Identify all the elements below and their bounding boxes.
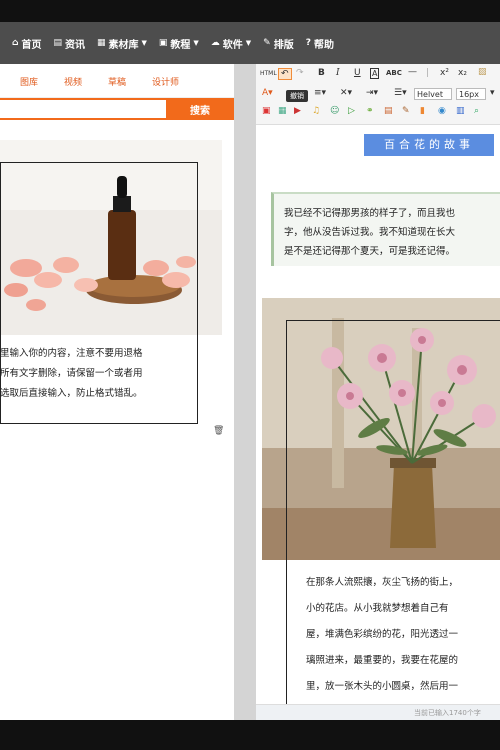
link-icon[interactable]: ⚭ (366, 106, 374, 116)
text-line: 我已经不记得那男孩的样子了，而且我也 (284, 208, 456, 219)
nav-label: 素材库 (108, 39, 139, 51)
text-line: 所有文字删除，请保留一个或者用 (0, 368, 143, 379)
html-icon[interactable]: HTML (260, 70, 277, 77)
nav-label: 教程 (170, 39, 191, 51)
quote-block[interactable]: 我已经不记得那男孩的样子了，而且我也 字，他从没告诉过我。我不知道现在长大 是不… (271, 192, 500, 266)
text-line: 在那条人流熙攘，灰尘飞扬的街上， (306, 577, 459, 588)
separator-icon: | (426, 68, 430, 78)
main-nav: ⌂ 首页 ▤ 资讯 ▦ 素材库 ▼ ▣ 教程 ▼ ☁ 软件 ▼ ✎ 排版 ? 帮助 (0, 22, 500, 64)
text-line: 里，放一张木头的小圆桌，然后用一 (306, 681, 459, 692)
nav-label: 帮助 (313, 39, 334, 51)
material-panel: 图库 视频 草稿 设计师 搜索 里输入你的内容，注意不要用退格 所有文字删除，请… (0, 64, 234, 720)
help-icon: ? (305, 38, 311, 48)
text-line: 里输入你的内容，注意不要用退格 (0, 348, 143, 359)
map-icon[interactable]: ◉ (438, 106, 446, 116)
border-text-icon[interactable]: A (370, 68, 380, 79)
chevron-down-icon: ▼ (141, 39, 147, 47)
nav-item-layout[interactable]: ✎ 排版 (263, 36, 294, 51)
nav-label: 软件 (222, 39, 243, 51)
highlight-icon[interactable]: ▮ (420, 106, 425, 116)
more-icon[interactable]: ▾ (490, 88, 495, 98)
bottom-bezel (0, 720, 500, 750)
text-line: 是不是还记得那个夏天，可是我还记得。 (284, 246, 456, 257)
nav-item-home[interactable]: ⌂ 首页 (12, 36, 41, 51)
line-height-icon[interactable]: ≡▾ (314, 88, 326, 98)
cloud-icon: ☁ (210, 38, 220, 48)
nav-item-news[interactable]: ▤ 资讯 (53, 36, 85, 51)
edit-pencil-icon[interactable]: ✎ (402, 106, 410, 116)
search-input[interactable] (0, 98, 166, 120)
search-replace-icon[interactable]: ⌕ (474, 106, 479, 116)
emoji-icon[interactable]: ☺ (330, 106, 339, 116)
trash-icon[interactable]: 🗑 (213, 426, 224, 436)
editor-panel: HTML ↶ ↷ B I U A ABC — | x² x₂ ▨ 撤销 A▾ ≡… (256, 64, 500, 720)
text-line: 字，他从没告诉过我。我不知道现在长大 (284, 227, 456, 238)
nav-label: 排版 (273, 39, 294, 51)
italic-icon[interactable]: I (336, 68, 340, 78)
word-count: 当前已输入1740个字 (414, 709, 481, 717)
font-size-select[interactable]: 16px (456, 88, 486, 100)
status-bar: 当前已输入1740个字 (256, 704, 500, 720)
nav-item-library[interactable]: ▦ 素材库 ▼ (97, 36, 147, 51)
table-icon[interactable]: ▦ (278, 106, 287, 116)
nav-label: 资讯 (64, 39, 85, 51)
video-icon[interactable]: ▶ (294, 106, 301, 116)
horizontal-rule-icon[interactable]: — (408, 67, 417, 77)
nav-item-tutorial[interactable]: ▣ 教程 ▼ (159, 36, 199, 51)
bold-icon[interactable]: B (318, 68, 325, 78)
chevron-down-icon: ▼ (193, 39, 199, 47)
text-line: 小的花店。从小我就梦想着自己有 (306, 603, 449, 614)
edit-icon: ✎ (263, 38, 271, 48)
text-line: 璃照进来，最重要的，我要在花屋的 (306, 655, 459, 666)
strikethrough-icon[interactable]: ABC (386, 69, 402, 77)
library-icon: ▦ (96, 38, 106, 48)
text-line: 屋，堆满色彩缤纷的花，阳光透过一 (306, 629, 459, 640)
tutorial-icon: ▣ (158, 38, 168, 48)
text-line: 选取后直接输入，防止格式错乱。 (0, 388, 143, 399)
tab-draft[interactable]: 草稿 (108, 75, 126, 88)
tab-designer[interactable]: 设计师 (152, 75, 179, 88)
subscript-icon[interactable]: x₂ (458, 68, 467, 78)
nav-item-help[interactable]: ? 帮助 (306, 36, 334, 51)
undo-icon[interactable]: ↶ (278, 68, 292, 80)
panel-divider[interactable] (234, 64, 256, 720)
font-color-icon[interactable]: A▾ (262, 88, 273, 98)
tab-gallery[interactable]: 图库 (20, 75, 38, 88)
chevron-down-icon: ▼ (245, 39, 252, 47)
editor-toolbar: HTML ↶ ↷ B I U A ABC — | x² x₂ ▨ 撤销 A▾ ≡… (256, 64, 500, 125)
news-icon: ▤ (53, 38, 62, 48)
home-icon: ⌂ (12, 38, 19, 48)
search-button[interactable]: 搜索 (166, 98, 234, 120)
template-icon[interactable]: ▤ (384, 106, 393, 116)
top-bezel (0, 0, 500, 22)
underline-icon[interactable]: U (354, 68, 361, 78)
list-icon[interactable]: ☰▾ (394, 88, 407, 98)
template-body-text[interactable]: 里输入你的内容，注意不要用退格 所有文字删除，请保留一个或者用 选取后直接输入，… (0, 344, 200, 404)
nav-item-software[interactable]: ☁ 软件 ▼ (211, 36, 251, 51)
material-tabs: 图库 视频 草稿 设计师 (0, 64, 234, 98)
redo-icon[interactable]: ↷ (296, 68, 304, 78)
format-brush-icon[interactable]: ▨ (478, 67, 487, 77)
font-family-select[interactable]: Helvet (414, 88, 452, 100)
nav-label: 首页 (21, 39, 42, 51)
superscript-icon[interactable]: x² (440, 68, 449, 78)
article-title[interactable]: 百合花的故事 (364, 134, 494, 156)
search-bar: 搜索 (0, 98, 234, 124)
undo-tooltip: 撤销 (286, 90, 308, 102)
tab-video[interactable]: 视频 (64, 75, 82, 88)
music-icon[interactable]: ♫ (312, 106, 320, 116)
save-icon[interactable]: ▥ (456, 106, 465, 116)
play-icon[interactable]: ▷ (348, 106, 355, 116)
image-icon[interactable]: ▣ (262, 106, 271, 116)
story-text[interactable]: 在那条人流熙攘，灰尘飞扬的街上， 小的花店。从小我就梦想着自己有 屋，堆满色彩缤… (306, 570, 500, 720)
indent-icon[interactable]: ⇥▾ (366, 88, 378, 98)
clear-format-icon[interactable]: ✕▾ (340, 88, 352, 98)
